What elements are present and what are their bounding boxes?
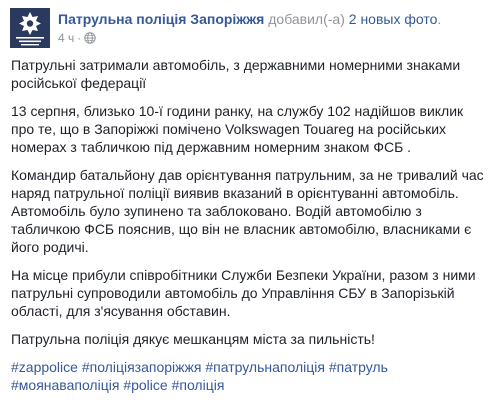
hashtag-link[interactable]: #поліція	[172, 377, 225, 393]
post-paragraph-thanks: Патрульна поліція дякує мешканцям міста …	[11, 331, 375, 347]
police-badge-icon	[10, 8, 50, 48]
hashtag-link[interactable]: #патрульнаполіція	[205, 359, 325, 375]
post-paragraph-detention: Командир батальйону дав орієнтування пат…	[11, 167, 484, 255]
globe-icon[interactable]	[84, 32, 96, 48]
action-text: добавил(-а)	[264, 11, 349, 27]
timestamp-link[interactable]: 4 ч	[58, 31, 74, 45]
post-body: Патрульні затримали автомобіль, з держав…	[11, 56, 489, 394]
photos-link[interactable]: 2 новых фото	[349, 11, 438, 27]
post-paragraph-call: 13 серпня, близько 10-ї години ранку, на…	[11, 103, 464, 155]
post-paragraph-sbu: На місце прибули співробітники Служби Бе…	[11, 267, 476, 319]
hashtag-link[interactable]: #моянаваполіція	[11, 377, 119, 393]
author-name-link[interactable]: Патрульна поліція Запоріжжя	[58, 11, 264, 27]
post-paragraph-headline: Патрульні затримали автомобіль, з держав…	[11, 57, 461, 91]
facebook-post: Патрульна поліція Запоріжжя добавил(-а) …	[0, 0, 496, 400]
post-meta: 4 ч ·	[58, 30, 96, 48]
meta-separator: ·	[77, 31, 82, 45]
avatar[interactable]	[10, 8, 50, 48]
period: .	[437, 11, 442, 27]
hashtag-link[interactable]: #поліціязапоріжжя	[82, 359, 202, 375]
post-header: Патрульна поліція Запоріжжя добавил(-а) …	[10, 8, 490, 48]
hashtag-link[interactable]: #zappolice	[11, 359, 78, 375]
hashtag-link[interactable]: #патруль	[329, 359, 388, 375]
author-line: Патрульна поліція Запоріжжя добавил(-а) …	[58, 10, 441, 28]
hashtag-list: #zappolice #поліціязапоріжжя #патрульнап…	[11, 358, 489, 394]
hashtag-link[interactable]: #police	[123, 377, 167, 393]
